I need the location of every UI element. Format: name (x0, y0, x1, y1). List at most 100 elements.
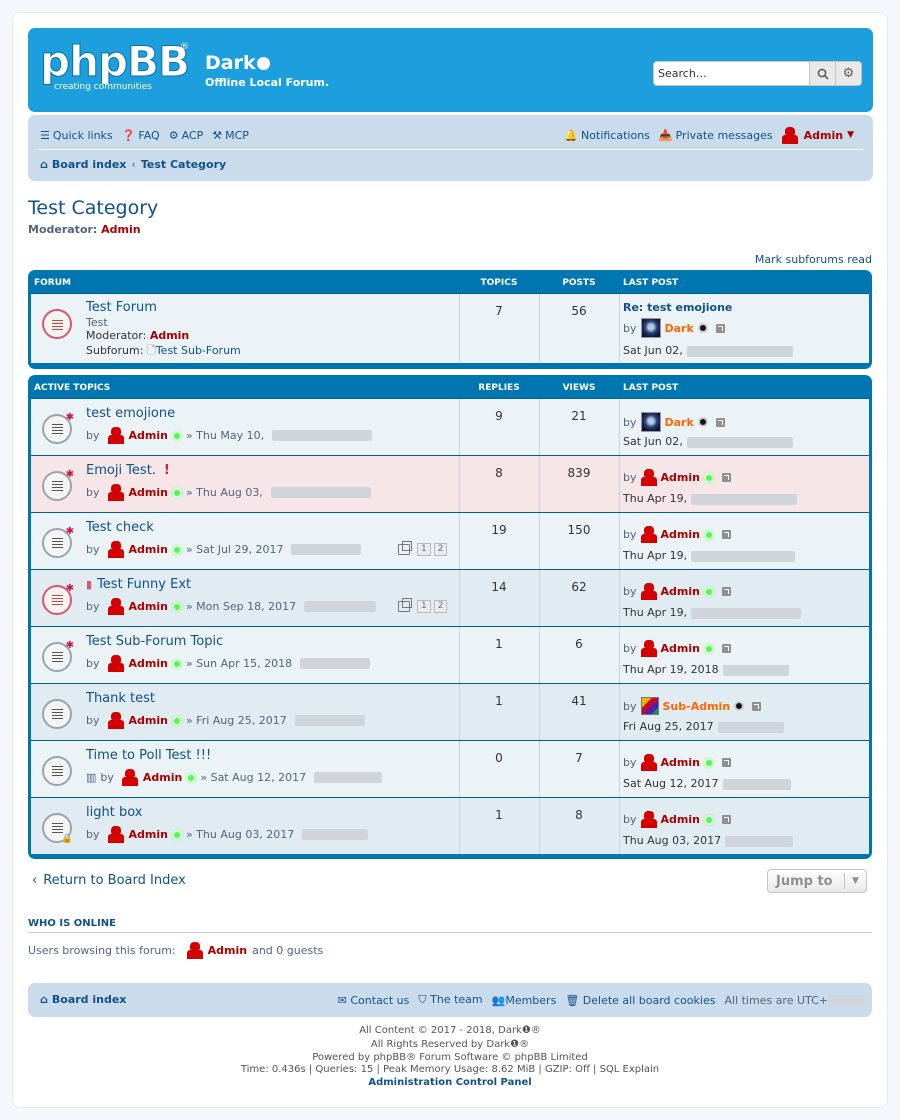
topic-author-link[interactable]: Admin (129, 543, 168, 556)
topic-author-link[interactable]: Admin (143, 771, 182, 784)
last-poster-link[interactable]: Dark (665, 416, 694, 429)
mark-subforums-read-link[interactable]: Mark subforums read (755, 253, 872, 266)
replies-count: 19 (491, 523, 507, 537)
col-posts: Posts (562, 278, 596, 288)
private-messages-link[interactable]: 📥 Private messages (659, 129, 773, 142)
return-to-board-index-link[interactable]: ‹ Return to Board Index (32, 873, 186, 888)
notifications-link[interactable]: 🔔 Notifications (564, 129, 650, 142)
views-count: 21 (571, 409, 587, 423)
advanced-search-button[interactable]: ⚙ (835, 62, 861, 85)
topic-author-link[interactable]: Admin (129, 600, 168, 613)
pages-icon (398, 541, 412, 555)
page-title[interactable]: Test Category (28, 197, 158, 219)
topic-title-link[interactable]: Test check (86, 520, 154, 535)
topic-title-link[interactable]: Test Funny Ext (97, 577, 191, 592)
faq-link[interactable]: ❓ FAQ (122, 129, 160, 142)
col-views: Views (562, 383, 596, 393)
page-link[interactable]: 2 (433, 600, 448, 613)
mcp-link[interactable]: ⚒ MCP (212, 129, 249, 142)
breadcrumb-board-index[interactable]: Board index (52, 158, 127, 171)
goto-post-icon[interactable] (721, 530, 731, 539)
avatar (121, 769, 138, 786)
site-logo[interactable]: phpBB ® creating communities (40, 39, 191, 102)
page-link[interactable]: 1 (417, 600, 431, 613)
goto-post-icon[interactable] (715, 417, 725, 427)
last-post-date: Thu Apr 19, 2018 (623, 663, 789, 676)
col-active-topics: Active topics (34, 383, 111, 393)
col-topics: Topics (480, 278, 518, 288)
page-link[interactable]: 1 (417, 543, 431, 556)
browsing-user-link[interactable]: Admin (208, 944, 247, 957)
topic-author-link[interactable]: Admin (129, 657, 168, 670)
last-post-date: Sat Jun 02, (623, 435, 793, 448)
topic-author-link[interactable]: Admin (129, 714, 168, 727)
topic-icon (42, 699, 72, 729)
topic-icon: ✱ (42, 583, 74, 615)
cogs-icon: ⚙ (168, 128, 179, 142)
last-post-title-link[interactable]: Re: test emojione (623, 301, 732, 314)
avatar (640, 754, 657, 771)
avatar (107, 427, 124, 444)
members-link[interactable]: 👥Members (492, 994, 557, 1007)
last-poster-link[interactable]: Admin (661, 642, 700, 655)
goto-post-icon[interactable] (721, 815, 731, 824)
goto-post-icon[interactable] (721, 644, 731, 653)
topic-author-link[interactable]: Admin (129, 486, 168, 499)
breadcrumb-category[interactable]: Test Category (141, 158, 226, 171)
goto-post-icon[interactable] (715, 323, 725, 333)
forum-title-link[interactable]: Test Forum (86, 300, 157, 315)
goto-post-icon[interactable] (721, 473, 731, 482)
goto-post-icon[interactable] (721, 587, 731, 596)
quick-links-menu[interactable]: ☰ Quick links (40, 129, 113, 142)
avatar (640, 526, 657, 543)
nav-divider (38, 149, 863, 150)
who-is-online-heading[interactable]: Who is online (28, 918, 116, 929)
topic-title-link[interactable]: Test Sub-Forum Topic (86, 634, 223, 649)
goto-post-icon[interactable] (721, 758, 731, 767)
views-count: 839 (567, 466, 591, 480)
topic-row: ✱ Test Sub-Forum Topic by Admin» Sun Apr 15… (31, 626, 869, 683)
last-poster-link[interactable]: Dark (665, 322, 694, 335)
goto-post-icon[interactable] (752, 701, 762, 711)
topic-author-link[interactable]: Admin (129, 429, 168, 442)
the-team-link[interactable]: ⛉ The team (418, 993, 482, 1007)
avatar (107, 655, 124, 672)
acp-link-footer[interactable]: Administration Control Panel (0, 1076, 900, 1089)
unread-star-icon: ✱ (65, 469, 74, 480)
avatar (640, 811, 657, 828)
page-link[interactable]: 2 (433, 543, 448, 556)
header-bar: phpBB ® creating communities Dark Offlin… (28, 28, 873, 112)
last-poster-link[interactable]: Admin (661, 813, 700, 826)
topic-icon: ✱ (42, 412, 74, 444)
search-button[interactable] (809, 62, 835, 85)
replies-count: 1 (495, 694, 503, 708)
pages-icon (398, 598, 412, 612)
bell-icon: 🔔 (564, 128, 579, 142)
last-poster-link[interactable]: Admin (661, 585, 700, 598)
contact-us-link[interactable]: ✉ Contact us (338, 994, 410, 1007)
topic-author-link[interactable]: Admin (129, 828, 168, 841)
last-poster-link[interactable]: Admin (661, 471, 700, 484)
footer-board-index[interactable]: ⌂ Board index (40, 993, 126, 1006)
jump-to-button[interactable]: Jump to ▼ (767, 869, 867, 893)
delete-cookies-link[interactable]: 🗑 Delete all board cookies (565, 994, 715, 1007)
acp-link[interactable]: ⚙ ACP (169, 129, 204, 142)
col-replies: Replies (478, 383, 520, 393)
topic-title-link[interactable]: Time to Poll Test !!! (86, 748, 211, 763)
user-menu[interactable]: Admin ▼ (781, 126, 854, 144)
topic-icon: ✱ (42, 469, 74, 501)
search-input[interactable]: Search… (654, 62, 809, 85)
topic-title-link[interactable]: Thank test (86, 691, 155, 706)
topic-title-link[interactable]: light box (86, 805, 142, 820)
online-status-icon (171, 658, 182, 669)
avatar (781, 126, 798, 144)
bars-icon: ☰ (40, 128, 50, 142)
topic-title-link[interactable]: Emoji Test. (86, 463, 156, 478)
moderator-link[interactable]: Admin (101, 223, 140, 236)
last-poster-link[interactable]: Admin (661, 756, 700, 769)
last-poster-link[interactable]: Admin (661, 528, 700, 541)
last-post-date: Thu Apr 19, (623, 549, 796, 562)
subforum-link[interactable]: Test Sub-Forum (156, 344, 241, 357)
topic-title-link[interactable]: test emojione (86, 406, 175, 421)
last-poster-link[interactable]: Sub-Admin (663, 700, 731, 713)
